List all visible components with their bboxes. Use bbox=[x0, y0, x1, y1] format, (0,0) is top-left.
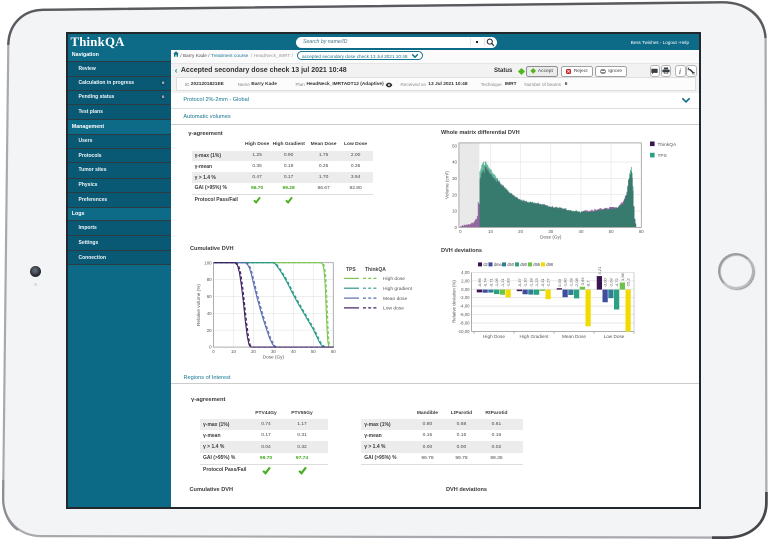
svg-text:30: 30 bbox=[452, 176, 457, 181]
svg-text:High Dose: High Dose bbox=[483, 334, 505, 339]
svg-text:-2,00: -2,00 bbox=[460, 295, 470, 300]
svg-text:-0,71: -0,71 bbox=[488, 278, 493, 288]
svg-text:10: 10 bbox=[488, 229, 493, 234]
svg-text:10: 10 bbox=[231, 349, 236, 354]
svg-text:30: 30 bbox=[548, 229, 553, 234]
svg-text:60: 60 bbox=[331, 349, 336, 354]
svg-text:-1,06: -1,06 bbox=[494, 278, 499, 288]
svg-text:High gradient: High gradient bbox=[383, 286, 413, 292]
svg-text:0: 0 bbox=[455, 225, 458, 230]
svg-text:-1,21: -1,21 bbox=[500, 278, 505, 288]
svg-text:ThinkQA: ThinkQA bbox=[365, 267, 386, 273]
svg-text:d2: d2 bbox=[483, 262, 488, 267]
svg-text:-0,37: -0,37 bbox=[517, 278, 522, 288]
svg-text:0,33: 0,33 bbox=[557, 278, 562, 287]
svg-text:0: 0 bbox=[459, 229, 462, 234]
svg-text:-1,80: -1,80 bbox=[563, 278, 568, 288]
svg-text:Mean Dose: Mean Dose bbox=[562, 334, 586, 339]
svg-text:TPS: TPS bbox=[346, 267, 356, 273]
svg-text:-2,27: -2,27 bbox=[546, 278, 551, 288]
svg-text:-8,00: -8,00 bbox=[460, 320, 470, 325]
svg-text:Mean dose: Mean dose bbox=[383, 296, 407, 302]
svg-text:2,00: 2,00 bbox=[461, 278, 470, 283]
svg-text:50: 50 bbox=[452, 143, 457, 148]
svg-text:-10,00: -10,00 bbox=[457, 329, 470, 334]
svg-text:40: 40 bbox=[452, 160, 457, 165]
svg-text:ThinkQA: ThinkQA bbox=[658, 142, 677, 148]
svg-text:-4,72: -4,72 bbox=[614, 278, 619, 288]
svg-text:TPS: TPS bbox=[658, 153, 667, 159]
svg-text:50: 50 bbox=[311, 349, 316, 354]
svg-text:3,21: 3,21 bbox=[597, 266, 602, 275]
svg-text:-2,08: -2,08 bbox=[574, 278, 579, 288]
svg-text:Relative volume (%): Relative volume (%) bbox=[196, 284, 201, 326]
svg-text:Volume (cm³): Volume (cm³) bbox=[445, 171, 450, 199]
svg-text:4,00: 4,00 bbox=[461, 270, 470, 275]
svg-text:i: i bbox=[679, 67, 681, 75]
svg-text:d90: d90 bbox=[520, 262, 528, 267]
svg-text:20: 20 bbox=[518, 229, 523, 234]
svg-text:40: 40 bbox=[579, 229, 584, 234]
svg-text:-1,10: -1,10 bbox=[523, 278, 528, 288]
svg-text:High dose: High dose bbox=[383, 276, 405, 282]
svg-text:20: 20 bbox=[207, 328, 212, 333]
svg-text:-1,18: -1,18 bbox=[528, 278, 533, 288]
svg-text:d95: d95 bbox=[533, 262, 541, 267]
svg-text:20: 20 bbox=[251, 349, 256, 354]
svg-text:10: 10 bbox=[452, 209, 457, 214]
svg-text:60: 60 bbox=[639, 229, 644, 234]
svg-text:-0,66: -0,66 bbox=[477, 278, 482, 288]
svg-text:Relative deviation (%): Relative deviation (%) bbox=[452, 280, 457, 323]
svg-text:40: 40 bbox=[207, 311, 212, 316]
svg-text:-6,00: -6,00 bbox=[460, 312, 470, 317]
svg-text:-4,00: -4,00 bbox=[460, 304, 470, 309]
svg-text:-0,31: -0,31 bbox=[540, 278, 545, 288]
svg-text:-0,74: -0,74 bbox=[483, 278, 488, 288]
svg-text:Dose (Gy): Dose (Gy) bbox=[263, 355, 285, 360]
svg-text:20: 20 bbox=[452, 192, 457, 197]
svg-text:0,00: 0,00 bbox=[461, 287, 470, 292]
svg-text:Low Dose: Low Dose bbox=[604, 334, 625, 339]
svg-text:Dose (Gy): Dose (Gy) bbox=[540, 235, 562, 240]
svg-text:High Gradient: High Gradient bbox=[520, 334, 550, 339]
svg-text:-2,03: -2,03 bbox=[608, 278, 613, 288]
svg-text:50: 50 bbox=[609, 229, 614, 234]
svg-text:Low dose: Low dose bbox=[383, 306, 404, 312]
svg-text:d98: d98 bbox=[546, 262, 554, 267]
svg-text:60: 60 bbox=[207, 294, 212, 299]
svg-text:30: 30 bbox=[271, 349, 276, 354]
svg-text:100: 100 bbox=[204, 260, 212, 265]
svg-text:-25,2: -25,2 bbox=[626, 278, 631, 288]
svg-text:40: 40 bbox=[291, 349, 296, 354]
svg-text:1,68: 1,68 bbox=[620, 272, 625, 281]
svg-text:-1,28: -1,28 bbox=[568, 278, 573, 288]
svg-text:-1,23: -1,23 bbox=[534, 278, 539, 288]
svg-text:-3,00: -3,00 bbox=[603, 278, 608, 288]
svg-text:0: 0 bbox=[212, 349, 215, 354]
svg-text:d50: d50 bbox=[507, 262, 515, 267]
svg-text:0,69: 0,69 bbox=[580, 277, 585, 286]
svg-text:80: 80 bbox=[207, 277, 212, 282]
svg-text:-1,83: -1,83 bbox=[506, 278, 511, 288]
svg-text:-8,7: -8,7 bbox=[586, 280, 591, 288]
